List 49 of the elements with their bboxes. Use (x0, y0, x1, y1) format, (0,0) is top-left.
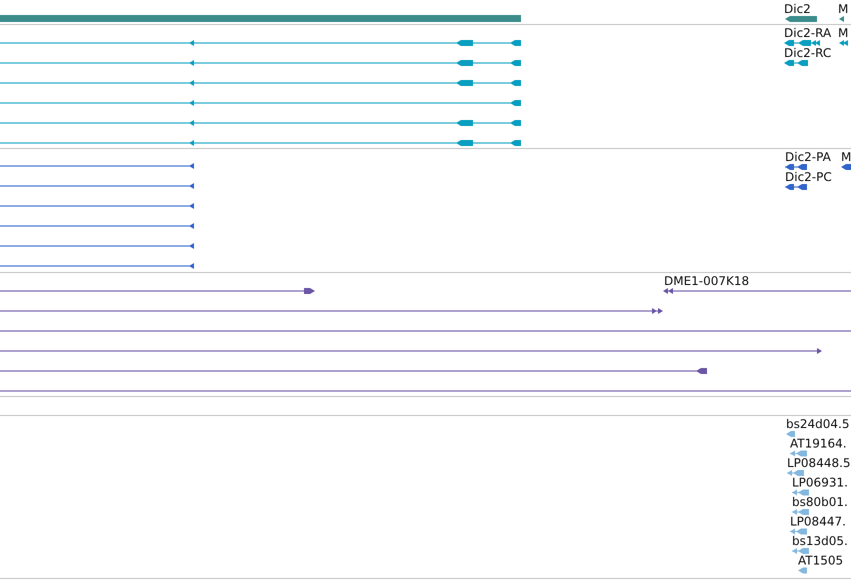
transcript-drawing[interactable] (0, 100, 522, 106)
protein-drawing[interactable] (0, 243, 194, 249)
cdna-glyph-drawing[interactable] (790, 450, 807, 456)
clone-drawing[interactable] (0, 308, 663, 314)
protein-label: Dic2-PA (785, 150, 831, 164)
transcript-glyph-drawing[interactable] (839, 40, 848, 46)
protein-label: M (841, 150, 851, 164)
protein-drawing[interactable] (0, 203, 194, 209)
cdna-glyph-drawing[interactable] (790, 528, 807, 534)
cdna-label: LP08448.5 (787, 456, 851, 470)
cdna-label: LP08447. (790, 514, 846, 528)
protein-drawing[interactable] (0, 263, 194, 269)
transcript-label: Dic2-RA (784, 26, 832, 40)
transcript-label: M (838, 26, 848, 40)
transcript-glyph-drawing[interactable] (784, 60, 808, 66)
transcript-drawing[interactable] (0, 80, 522, 86)
cdna-label: bs24d04.5 (786, 417, 850, 431)
cdna-label: AT1505 (798, 554, 844, 568)
clone-drawing[interactable] (0, 288, 851, 294)
cdna-label: LP06931. (792, 476, 848, 490)
cdna-glyph-drawing[interactable] (792, 509, 809, 515)
transcript-drawing[interactable] (0, 60, 522, 66)
cdna-glyph-drawing[interactable] (786, 431, 795, 437)
protein-label: Dic2-PC (785, 170, 832, 184)
transcript-drawing[interactable] (0, 140, 522, 146)
protein-arrow-icon[interactable] (841, 164, 851, 170)
protein-glyph-drawing[interactable] (784, 184, 807, 190)
protein-drawing[interactable] (0, 223, 194, 229)
clone-drawing[interactable] (0, 368, 707, 374)
cdna-glyph-drawing[interactable] (798, 568, 807, 574)
gene-label: Dic2 (784, 2, 811, 16)
cdna-label: AT19164. (790, 436, 847, 450)
transcript-glyph-drawing[interactable] (784, 40, 820, 46)
protein-drawing[interactable] (0, 183, 194, 189)
gene-arrow-icon[interactable] (785, 16, 817, 22)
cdna-glyph-drawing[interactable] (792, 490, 809, 496)
clone-label: DME1-007K18 (664, 274, 750, 288)
transcript-drawing[interactable] (0, 40, 522, 46)
transcript-drawing[interactable] (0, 120, 522, 126)
cdna-label: bs80b01. (792, 495, 848, 509)
transcript-label: Dic2-RC (784, 46, 832, 60)
cdna-label: bs13d05. (792, 534, 848, 548)
gene-label: M (838, 2, 848, 16)
clone-drawing[interactable] (0, 348, 822, 354)
cdna-glyph-drawing[interactable] (786, 470, 804, 476)
gene-arrow-icon[interactable] (839, 16, 844, 22)
cdna-glyph-drawing[interactable] (792, 548, 809, 554)
protein-drawing[interactable] (0, 163, 194, 169)
protein-glyph-drawing[interactable] (784, 164, 807, 170)
